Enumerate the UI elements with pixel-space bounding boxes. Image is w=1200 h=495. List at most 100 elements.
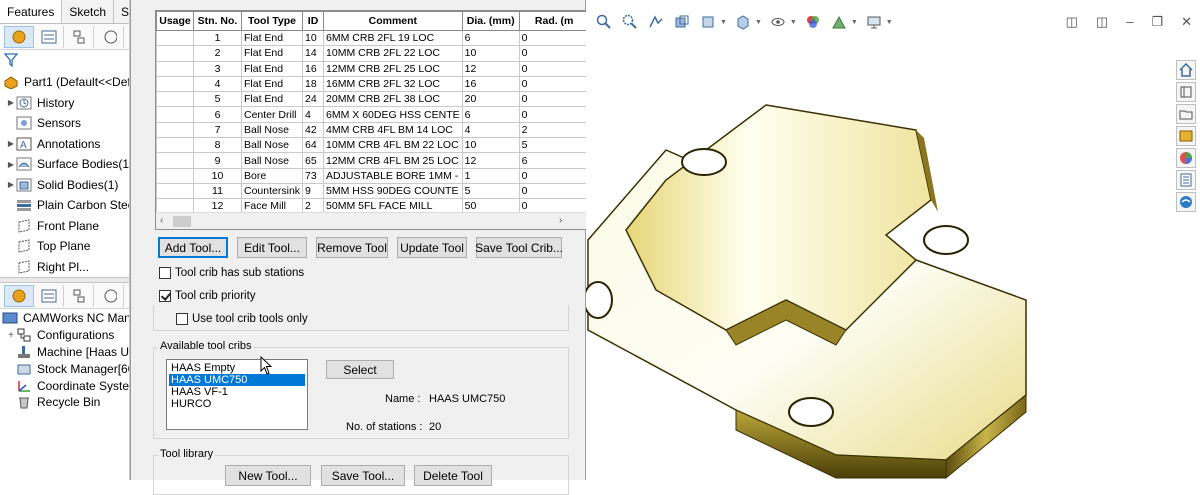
tree-item[interactable]: ▶ A Annotations (0, 134, 129, 155)
cam-tree-item[interactable]: CAMWorks NC Manag (0, 310, 129, 327)
sub-stations-box[interactable] (159, 267, 171, 279)
remove-tool-button[interactable]: Remove Tool (316, 237, 388, 258)
usage-cell[interactable] (156, 182, 194, 200)
usage-cell[interactable] (156, 45, 194, 62)
edit-tool-button[interactable]: Edit Tool... (237, 237, 307, 258)
home-icon[interactable] (1176, 60, 1196, 80)
feature-manager-tab-icon[interactable] (4, 284, 34, 307)
dim-expert-tab-icon[interactable] (94, 284, 124, 307)
hole-left (586, 281, 613, 319)
expand-plus-icon[interactable]: + (6, 330, 16, 341)
crib-priority-checkbox[interactable]: Tool crib priority (159, 290, 256, 302)
scroll-right-icon[interactable]: › (559, 215, 562, 226)
tree-item[interactable]: Plain Carbon Stee (0, 195, 129, 216)
property-manager-tab-icon[interactable] (34, 284, 64, 307)
tree-item[interactable]: ▶ Solid Bodies(1) (0, 175, 129, 196)
column-header[interactable]: Comment (323, 11, 463, 31)
usage-cell[interactable] (156, 60, 194, 77)
save-tool-crib-button[interactable]: Save Tool Crib... (475, 237, 563, 258)
cell-id: 16 (302, 60, 325, 77)
crib-list-item[interactable]: HAAS VF-1 (169, 386, 305, 398)
table-row[interactable]: 8 Ball Nose 64 10MM CRB 4FL BM 22 LOC 10 5 (156, 137, 590, 154)
column-header[interactable]: Rad. (m (518, 11, 590, 31)
column-header[interactable]: ID (302, 11, 325, 31)
graphics-area[interactable]: ▼ ▼ ▼ ▼ ▼ ◫ ◫ – ❐ ✕ (586, 0, 1200, 480)
cell-id: 42 (302, 121, 325, 139)
usage-cell[interactable] (156, 152, 194, 169)
part-model[interactable] (586, 0, 1200, 480)
add-tool-button[interactable]: Add Tool... (158, 237, 228, 258)
table-row[interactable]: 4 Flat End 18 16MM CRB 2FL 32 LOC 16 0 (156, 75, 590, 93)
tree-item[interactable]: Top Plane (0, 236, 129, 257)
tab-sketch[interactable]: Sketch (62, 0, 115, 23)
delete-tool-button[interactable]: Delete Tool (414, 465, 492, 486)
table-row[interactable]: 3 Flat End 16 12MM CRB 2FL 25 LOC 12 0 (156, 60, 590, 77)
column-header[interactable]: Dia. (mm) (461, 11, 520, 31)
cam-tree-item[interactable]: Recycle Bin (0, 394, 129, 411)
solidworks-forum-icon[interactable] (1176, 192, 1196, 212)
tree-item[interactable]: Right Pl... (0, 257, 129, 278)
stations-value: 20 (429, 421, 442, 433)
usage-cell[interactable] (156, 167, 194, 184)
cam-tree-item[interactable]: Coordinate System (0, 377, 129, 394)
expand-arrow-icon[interactable]: ▶ (6, 180, 16, 189)
horizontal-scroll-thumb[interactable] (173, 216, 191, 227)
usage-cell[interactable] (156, 91, 194, 108)
tree-filter[interactable] (0, 50, 129, 72)
cam-tree-item[interactable]: Machine [Haas UM (0, 344, 129, 361)
usage-cell[interactable] (156, 75, 194, 93)
scroll-left-icon[interactable]: ‹ (160, 215, 163, 226)
table-row[interactable]: 6 Center Drill 4 6MM X 60DEG HSS CENTE 6 0 (156, 106, 590, 123)
cam-tree-item[interactable]: + Configurations (0, 327, 129, 344)
usage-cell[interactable] (156, 106, 194, 123)
expand-arrow-icon[interactable]: ▶ (6, 139, 16, 148)
table-row[interactable]: 11 Countersink 9 5MM HSS 90DEG COUNTE 5 0 (156, 182, 590, 200)
dim-expert-tab-icon[interactable] (94, 25, 124, 48)
usage-cell[interactable] (156, 137, 194, 154)
usage-cell[interactable] (156, 29, 194, 47)
save-tool-button[interactable]: Save Tool... (321, 465, 405, 486)
filter-icon[interactable] (3, 53, 19, 68)
file-explorer-icon[interactable] (1176, 104, 1196, 124)
tree-item[interactable]: Part1 (Default<<Defa (0, 72, 129, 93)
cell-stn: 3 (193, 60, 242, 77)
expand-arrow-icon[interactable]: ▶ (6, 160, 16, 169)
custom-properties-icon[interactable] (1176, 170, 1196, 190)
tab-features[interactable]: Features (0, 0, 63, 23)
table-row[interactable]: 7 Ball Nose 42 4MM CRB 4FL BM 14 LOC 4 2 (156, 121, 590, 139)
table-row[interactable]: 9 Ball Nose 65 12MM CRB 4FL BM 25 LOC 12 6 (156, 152, 590, 169)
table-row[interactable]: 1 Flat End 10 6MM CRB 2FL 19 LOC 6 0 (156, 29, 590, 47)
usage-cell[interactable] (156, 121, 194, 139)
crib-list-item[interactable]: HAAS UMC750 (169, 374, 305, 386)
configuration-manager-tab-icon[interactable] (64, 25, 94, 48)
property-manager-tab-icon[interactable] (34, 25, 64, 48)
table-row[interactable]: 10 Bore 73 ADJUSTABLE BORE 1MM -10 (156, 167, 590, 184)
tool-crib-list[interactable]: HAAS Empty HAAS UMC750 HAAS VF-1 HURCO (166, 359, 308, 430)
crib-list-item[interactable]: HURCO (169, 398, 305, 410)
tree-item[interactable]: ▶ Surface Bodies(1) (0, 154, 129, 175)
tree-item[interactable]: Sensors (0, 113, 129, 134)
new-tool-button[interactable]: New Tool... (225, 465, 311, 486)
table-row[interactable]: 2 Flat End 14 10MM CRB 2FL 22 LOC 10 0 (156, 45, 590, 62)
tab-surfaces[interactable]: Su (114, 0, 129, 23)
table-row[interactable]: 5 Flat End 24 20MM CRB 2FL 38 LOC 20 0 (156, 91, 590, 108)
design-library-icon[interactable] (1176, 82, 1196, 102)
crib-priority-box[interactable] (159, 290, 171, 302)
select-crib-button[interactable]: Select (326, 360, 394, 379)
feature-manager-tab-icon[interactable] (4, 25, 34, 48)
use-crib-only-box[interactable] (176, 313, 188, 325)
use-crib-only-checkbox[interactable]: Use tool crib tools only (176, 313, 308, 325)
appearances-icon[interactable] (1176, 148, 1196, 168)
view-palette-icon[interactable] (1176, 126, 1196, 146)
configuration-manager-tab-icon[interactable] (64, 284, 94, 307)
sub-stations-checkbox[interactable]: Tool crib has sub stations (159, 267, 304, 279)
expand-arrow-icon[interactable]: ▶ (6, 98, 16, 107)
cam-tree-item[interactable]: Stock Manager[60 (0, 360, 129, 377)
crib-list-item[interactable]: HAAS Empty (169, 362, 305, 374)
tree-item[interactable]: Front Plane (0, 216, 129, 237)
column-header[interactable]: Usage (156, 11, 194, 31)
tree-item[interactable]: ▶ History (0, 93, 129, 114)
column-header[interactable]: Tool Type (240, 11, 304, 31)
column-header[interactable]: Stn. No. (193, 11, 242, 31)
update-tool-button[interactable]: Update Tool (397, 237, 467, 258)
